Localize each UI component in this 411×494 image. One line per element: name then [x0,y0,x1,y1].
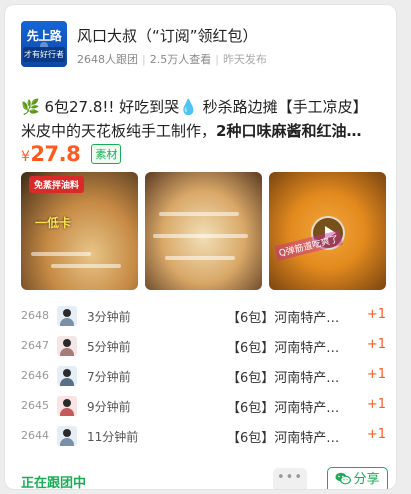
material-tag[interactable]: 素材 [91,144,122,164]
post-line-2: 米皮中的天花板纯手工制作，2种口味麻酱和红油… [21,119,386,143]
order-time: 11分钟前 [87,430,139,444]
order-quantity: +1 [366,397,386,412]
order-quantity: +1 [366,427,386,442]
group-logo[interactable]: 先上路 才有好行者 [21,21,67,67]
divider: | [215,53,219,66]
divider: | [142,53,146,66]
group-meta: 2648人跟团 | 2.5万人查看 | 昨天发布 [77,51,267,67]
avatar [57,396,77,416]
order-quantity: +1 [366,307,386,322]
order-number: 2646 [21,369,49,382]
order-list: 2648 3分钟前 【6包】河南特产… +1 2647 5分钟前 【6包】河南特… [21,301,386,451]
order-row[interactable]: 2645 9分钟前 【6包】河南特产… +1 [21,391,386,421]
currency-symbol: ¥ [21,149,30,165]
order-quantity: +1 [366,367,386,382]
card-footer: 正在跟团中 ••• 分享 [21,467,388,490]
order-row[interactable]: 2644 11分钟前 【6包】河南特产… +1 [21,421,386,451]
avatar [57,306,77,326]
price: ¥27.8 [21,142,81,166]
post-line-2-prefix: 米皮中的天花板纯手工制作， [21,122,217,140]
image-badge: 免蒸拌油料 [29,176,85,193]
views-count: 2.5万人查看 [149,53,212,66]
logo-text-bottom: 才有好行者 [23,47,65,62]
order-item: 【6包】河南特产… [227,341,340,356]
post-line-1: 🌿 6包27.8!! 好吃到哭💧 秒杀路边摊【手工凉皮】 [21,98,368,116]
post-line-2-bold: 2种口味麻酱和红油… [216,122,362,140]
avatar [57,426,77,446]
product-images: 免蒸拌油料 一低卡 Q弹筋道吃爽了 [21,172,386,290]
order-item: 【6包】河南特产… [227,311,340,326]
order-row[interactable]: 2648 3分钟前 【6包】河南特产… +1 [21,301,386,331]
order-quantity: +1 [366,337,386,352]
image-caption: 一低卡 [35,216,72,230]
product-video[interactable]: Q弹筋道吃爽了 [269,172,386,290]
wechat-icon [335,472,352,485]
more-button[interactable]: ••• [273,468,307,489]
order-time: 3分钟前 [87,310,131,324]
order-row[interactable]: 2647 5分钟前 【6包】河南特产… +1 [21,331,386,361]
publish-time: 昨天发布 [222,53,267,66]
order-number: 2648 [21,309,49,322]
followers-count: 2648人跟团 [77,53,138,66]
order-time: 5分钟前 [87,340,131,354]
price-row: ¥27.8 素材 [21,142,122,170]
video-overlay-text: Q弹筋道吃爽了 [274,230,343,261]
price-value: 27.8 [30,142,81,166]
order-row[interactable]: 2646 7分钟前 【6包】河南特产… +1 [21,361,386,391]
order-time: 7分钟前 [87,370,131,384]
card-header: 先上路 才有好行者 风口大叔（“订阅”领红包） 2648人跟团 | 2.5万人查看 |… [17,21,384,71]
product-image-2[interactable] [145,172,262,290]
order-item: 【6包】河南特产… [227,431,340,446]
group-title[interactable]: 风口大叔（“订阅”领红包） [77,25,258,46]
group-buy-card[interactable]: 先上路 才有好行者 风口大叔（“订阅”领红包） 2648人跟团 | 2.5万人查看 |… [4,4,397,490]
order-number: 2644 [21,429,49,442]
order-number: 2647 [21,339,49,352]
order-item: 【6包】河南特产… [227,401,340,416]
order-number: 2645 [21,399,49,412]
order-time: 9分钟前 [87,400,131,414]
share-button[interactable]: 分享 [327,467,388,489]
avatar [57,336,77,356]
group-status: 正在跟团中 [21,476,87,490]
product-image-1[interactable]: 免蒸拌油料 一低卡 [21,172,138,290]
post-description[interactable]: 🌿 6包27.8!! 好吃到哭💧 秒杀路边摊【手工凉皮】 米皮中的天花板纯手工制… [21,95,386,143]
avatar [57,366,77,386]
share-label: 分享 [353,472,380,487]
order-item: 【6包】河南特产… [227,371,340,386]
